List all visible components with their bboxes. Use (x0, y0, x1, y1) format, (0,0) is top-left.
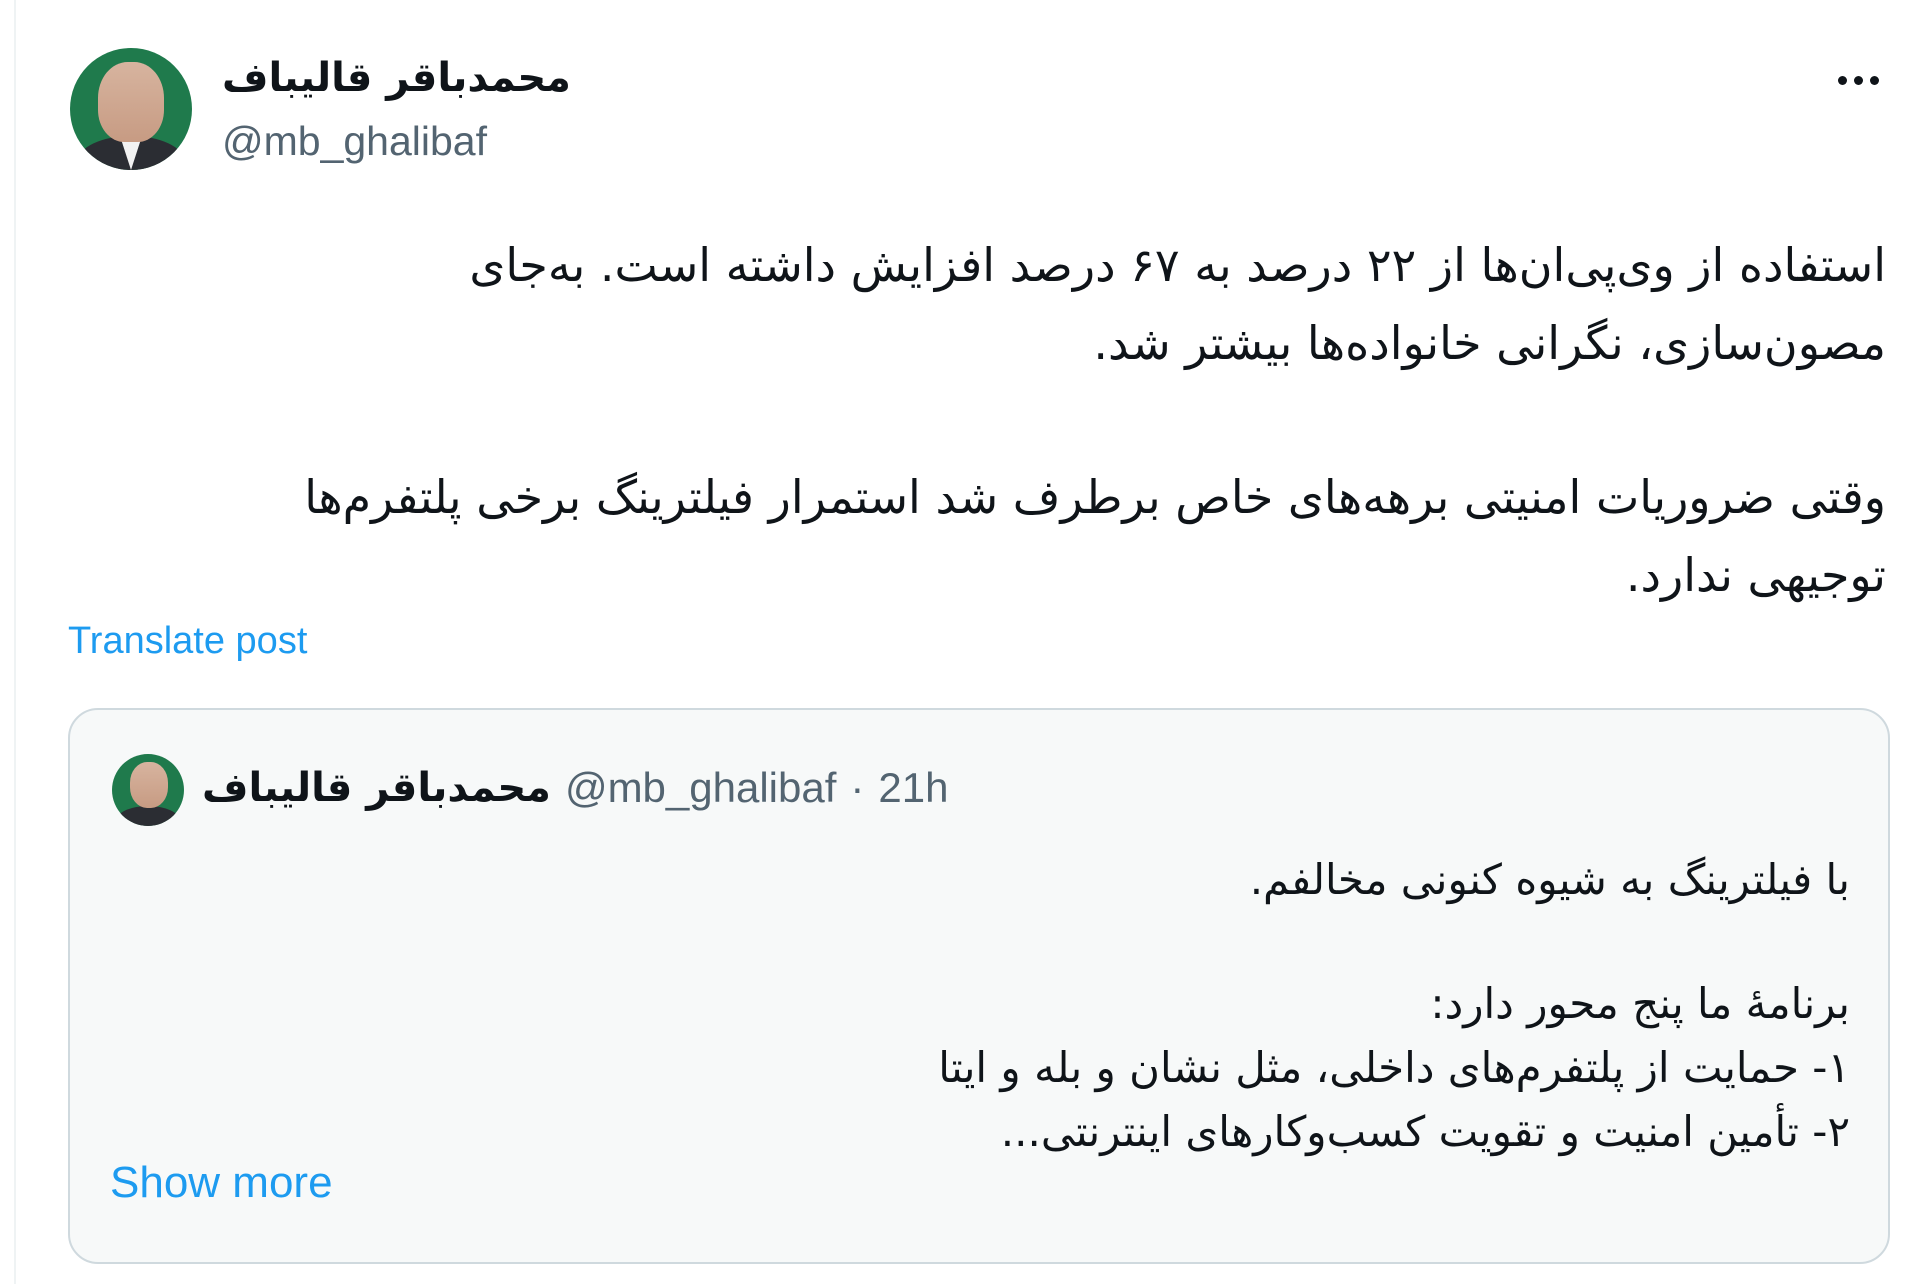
show-more-link[interactable]: Show more (110, 1158, 333, 1208)
tweet-text-paragraph-1: استفاده از وی‌پی‌ان‌ها از ۲۲ درصد به ۶۷ … (80, 226, 1886, 382)
quoted-text-paragraph-1: با فیلترینگ به شیوه کنونی مخالفم. (110, 848, 1850, 912)
quoted-author-avatar[interactable] (112, 754, 184, 826)
quoted-text-paragraph-2: برنامۀ ما پنج محور دارد: ۱- حمایت از پلت… (110, 972, 1850, 1164)
tweet-container: محمدباقر قالیباف @mb_ghalibaf استفاده از… (0, 0, 1920, 1284)
tweet-text-paragraph-2: وقتی ضروریات امنیتی برهه‌های خاص برطرف ش… (80, 458, 1886, 614)
tweet-text-line: استفاده از وی‌پی‌ان‌ها از ۲۲ درصد به ۶۷ … (469, 238, 1886, 292)
quoted-text-line: با فیلترینگ به شیوه کنونی مخالفم. (1249, 855, 1850, 904)
quoted-post-timestamp[interactable]: 21h (878, 764, 948, 812)
header-separator: · (850, 764, 865, 811)
quoted-text-line: برنامۀ ما پنج محور دارد: (1430, 979, 1850, 1028)
tweet-text-line: توجیهی ندارد. (1625, 548, 1886, 602)
tweet-text-line: مصون‌سازی، نگرانی خانواده‌ها بیشتر شد. (1093, 316, 1886, 370)
author-avatar[interactable] (70, 48, 192, 170)
quoted-text-line: ۱- حمایت از پلتفرم‌های داخلی، مثل نشان و… (938, 1043, 1850, 1092)
quoted-text-line: ۲- تأمین امنیت و تقویت کسب‌وکارهای اینتر… (1000, 1107, 1850, 1156)
quoted-author-handle[interactable]: @mb_ghalibaf (565, 764, 836, 812)
author-handle[interactable]: @mb_ghalibaf (222, 118, 487, 165)
tweet-text-line: وقتی ضروریات امنیتی برهه‌های خاص برطرف ش… (304, 470, 1886, 524)
timeline-border (14, 0, 16, 1284)
quoted-post-header: محمدباقر قالیباف @mb_ghalibaf · 21h (202, 764, 948, 812)
quoted-author-name[interactable]: محمدباقر قالیباف (202, 765, 551, 811)
quoted-post-card[interactable]: محمدباقر قالیباف @mb_ghalibaf · 21h با ف… (68, 708, 1890, 1264)
translate-post-link[interactable]: Translate post (68, 620, 307, 663)
author-name[interactable]: محمدباقر قالیباف (222, 55, 571, 101)
more-options-icon[interactable] (1826, 60, 1890, 100)
